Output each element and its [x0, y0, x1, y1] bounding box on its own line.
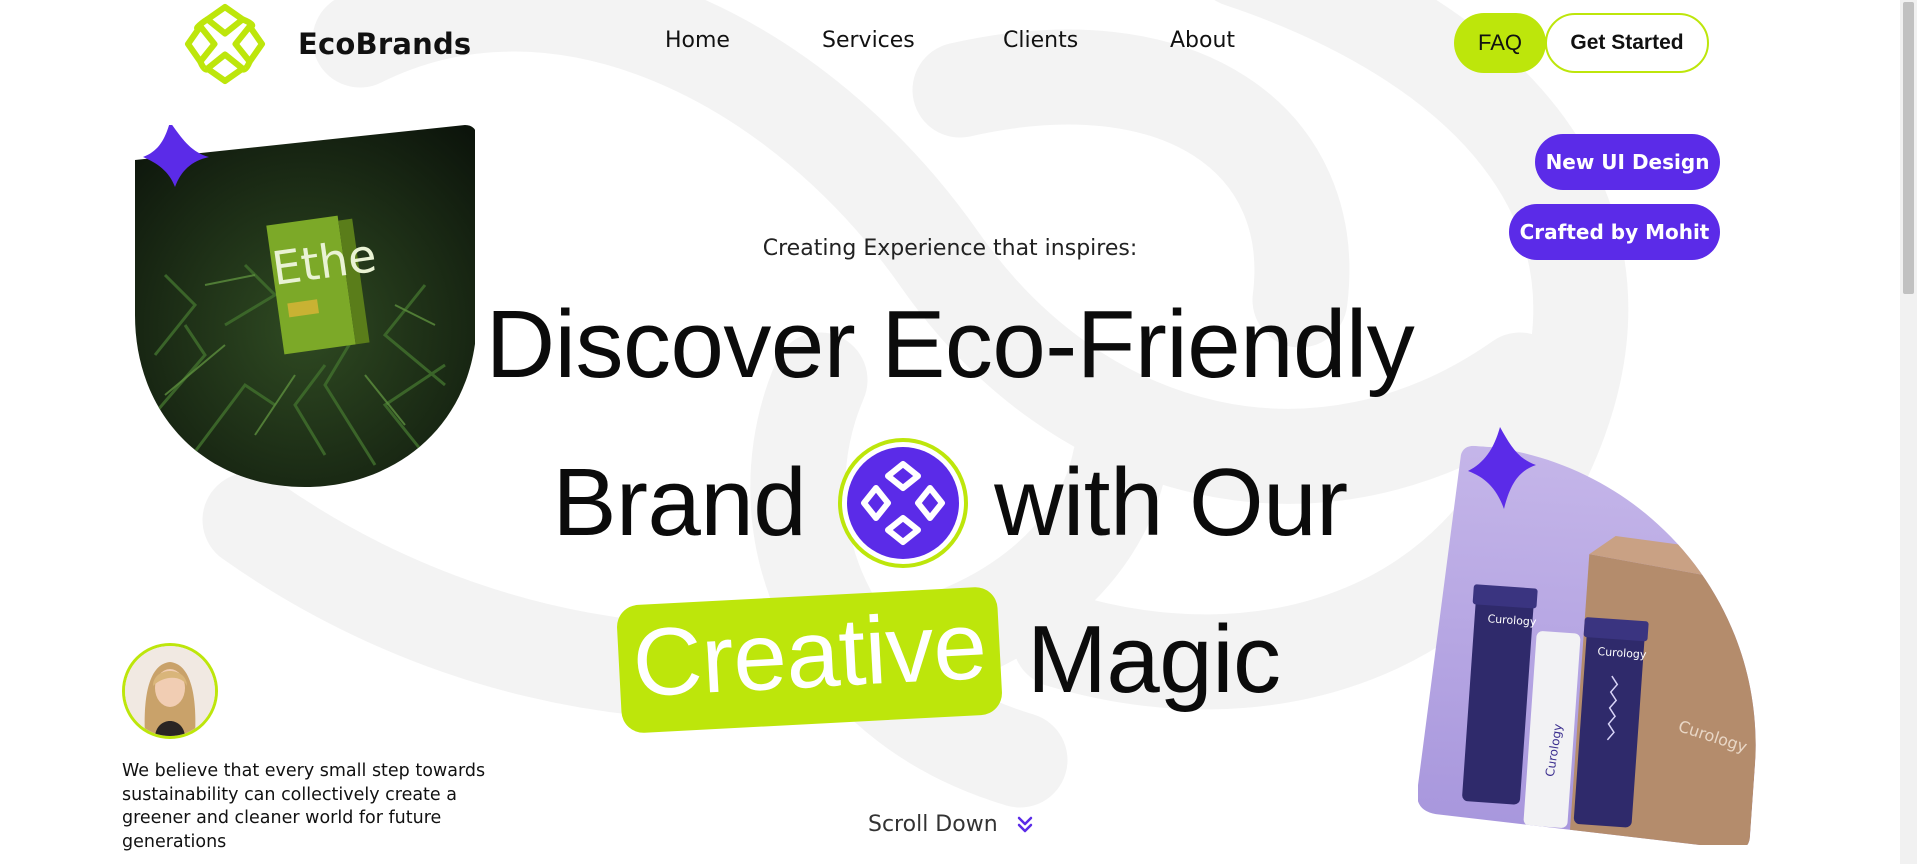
testimonial-quote: We believe that every small step towards…	[122, 761, 486, 852]
avatar-portrait	[125, 646, 215, 736]
hero-headline-line-1: Discover Eco-Friendly	[485, 291, 1415, 398]
brand-logo[interactable]: EcoBrands	[180, 0, 471, 88]
tag-new-ui-design: New UI Design	[1535, 134, 1720, 190]
hero-subtitle: Creating Experience that inspires:	[762, 236, 1138, 261]
scrollbar-thumb[interactable]	[1903, 2, 1914, 294]
scroll-down-label: Scroll Down	[868, 812, 998, 837]
eco-knot-icon	[184, 3, 266, 85]
nav-link-services[interactable]: Services	[822, 28, 915, 53]
hero-headline-line-2: Brand with Our	[0, 436, 1900, 570]
scrollbar[interactable]	[1900, 0, 1917, 864]
hero-word-magic: Magic	[1026, 606, 1281, 713]
nav-link-clients[interactable]: Clients	[1003, 28, 1078, 53]
nav-link-about[interactable]: About	[1170, 28, 1235, 53]
double-chevron-down-icon	[1017, 816, 1032, 832]
hero-word-brand: Brand	[552, 449, 807, 556]
get-started-button[interactable]: Get Started	[1545, 13, 1709, 73]
hero-headline-line-3: Creative Magic	[0, 586, 1900, 734]
scroll-down-button[interactable]: Scroll Down	[868, 812, 1034, 837]
brand-badge-icon	[838, 438, 969, 568]
avatar	[122, 643, 218, 739]
brand-name: EcoBrands	[298, 27, 472, 61]
hero-highlight-creative: Creative	[616, 586, 1005, 734]
hero-word-with-our: with Our	[994, 449, 1348, 556]
faq-button[interactable]: FAQ	[1454, 13, 1546, 73]
nav-link-home[interactable]: Home	[665, 28, 730, 53]
